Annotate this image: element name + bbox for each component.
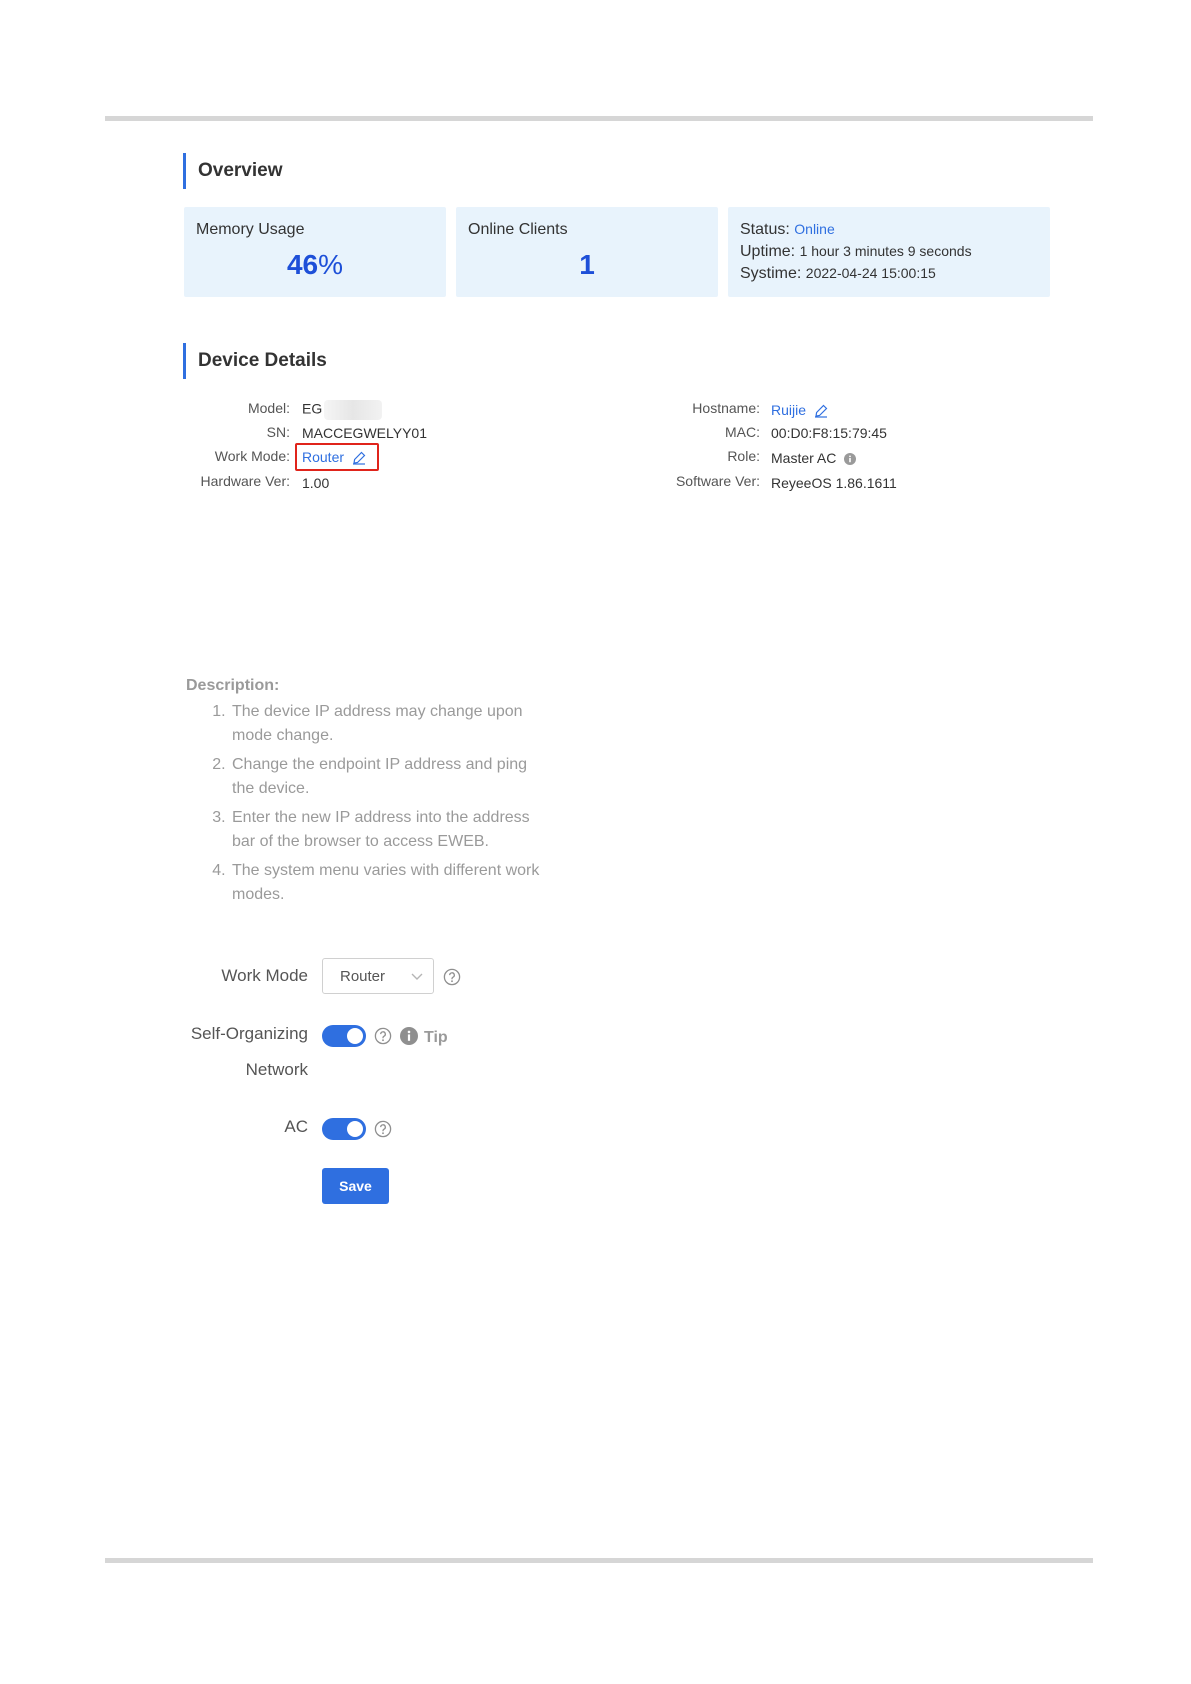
question-circle-icon[interactable] xyxy=(374,1027,392,1045)
uptime-value: 1 hour 3 minutes 9 seconds xyxy=(799,243,972,259)
work-mode-form-label: Work Mode xyxy=(221,966,308,985)
sn-label: SN: xyxy=(266,424,290,440)
memory-usage-unit: % xyxy=(318,249,344,280)
role-value-text: Master AC xyxy=(771,450,837,466)
online-clients-value: 1 xyxy=(579,249,595,280)
hostname-edit-link[interactable]: Ruijie xyxy=(771,402,828,418)
status-card: Status: Online Uptime: 1 hour 3 minutes … xyxy=(728,207,1050,297)
description-item: The device IP address may change upon mo… xyxy=(230,700,546,748)
hardware-ver-value: 1.00 xyxy=(302,475,330,491)
role-label: Role: xyxy=(727,448,760,464)
mac-value: 00:D0:F8:15:79:45 xyxy=(771,425,887,441)
description-item: Change the endpoint IP address and ping … xyxy=(230,753,546,801)
software-ver-label: Software Ver: xyxy=(675,473,760,489)
page-top-rule xyxy=(105,116,1093,121)
hostname-value: Ruijie xyxy=(771,402,807,418)
systime-row: Systime: 2022-04-24 15:00:15 xyxy=(740,265,936,283)
overview-section-title: Overview xyxy=(183,153,283,189)
info-circle-icon[interactable] xyxy=(844,453,857,466)
work-mode-select-value: Router xyxy=(340,968,386,985)
toggle-knob xyxy=(347,1121,363,1137)
save-button[interactable]: Save xyxy=(322,1168,389,1204)
page-bottom-rule xyxy=(105,1558,1093,1563)
memory-usage-number: 46 xyxy=(286,249,319,280)
memory-usage-value: 46% xyxy=(184,249,446,281)
hardware-ver-label: Hardware Ver: xyxy=(200,473,290,489)
systime-label: Systime: xyxy=(740,265,802,282)
memory-usage-card: Memory Usage 46% xyxy=(184,207,446,297)
model-value-text: EG xyxy=(302,400,323,417)
work-mode-highlight-box xyxy=(295,443,379,471)
work-mode-detail-label: Work Mode: xyxy=(214,448,290,464)
description-list: The device IP address may change upon mo… xyxy=(186,700,546,912)
ac-toggle[interactable] xyxy=(322,1118,366,1140)
role-value: Master AC xyxy=(771,450,857,466)
systime-value: 2022-04-24 15:00:15 xyxy=(805,265,936,281)
info-circle-icon xyxy=(400,1027,418,1045)
question-circle-icon[interactable] xyxy=(443,968,461,986)
sn-value: MACCEGWELYY01 xyxy=(302,425,427,441)
model-value: EG xyxy=(302,400,383,420)
mac-label: MAC: xyxy=(725,424,760,440)
uptime-row: Uptime: 1 hour 3 minutes 9 seconds xyxy=(740,243,972,261)
device-details-section-title: Device Details xyxy=(183,343,327,379)
tip-label: Tip xyxy=(424,1029,448,1046)
description-title: Description: xyxy=(186,677,280,694)
status-row: Status: Online xyxy=(740,221,835,239)
self-org-label-line1: Self-Organizing xyxy=(190,1024,308,1043)
chevron-down-icon xyxy=(411,973,423,980)
tip-link[interactable]: Tip xyxy=(400,1027,448,1047)
model-redaction xyxy=(324,400,383,420)
online-clients-card: Online Clients 1 xyxy=(456,207,718,297)
software-ver-value: ReyeeOS 1.86.1611 xyxy=(771,475,897,491)
model-label: Model: xyxy=(247,400,290,416)
pencil-icon[interactable] xyxy=(814,404,828,418)
status-value: Online xyxy=(794,221,835,237)
work-mode-select[interactable]: Router xyxy=(322,958,434,994)
question-circle-icon[interactable] xyxy=(374,1120,392,1138)
self-org-label-line2: Network xyxy=(245,1060,308,1079)
memory-usage-label: Memory Usage xyxy=(196,221,305,238)
hostname-label: Hostname: xyxy=(692,400,760,416)
description-item: Enter the new IP address into the addres… xyxy=(230,806,546,854)
online-clients-label: Online Clients xyxy=(468,221,568,238)
description-item: The system menu varies with different wo… xyxy=(230,859,546,907)
ac-label: AC xyxy=(284,1117,308,1136)
status-label: Status: xyxy=(740,221,790,238)
toggle-knob xyxy=(347,1028,363,1044)
self-org-network-toggle[interactable] xyxy=(322,1025,366,1047)
uptime-label: Uptime: xyxy=(740,243,796,260)
